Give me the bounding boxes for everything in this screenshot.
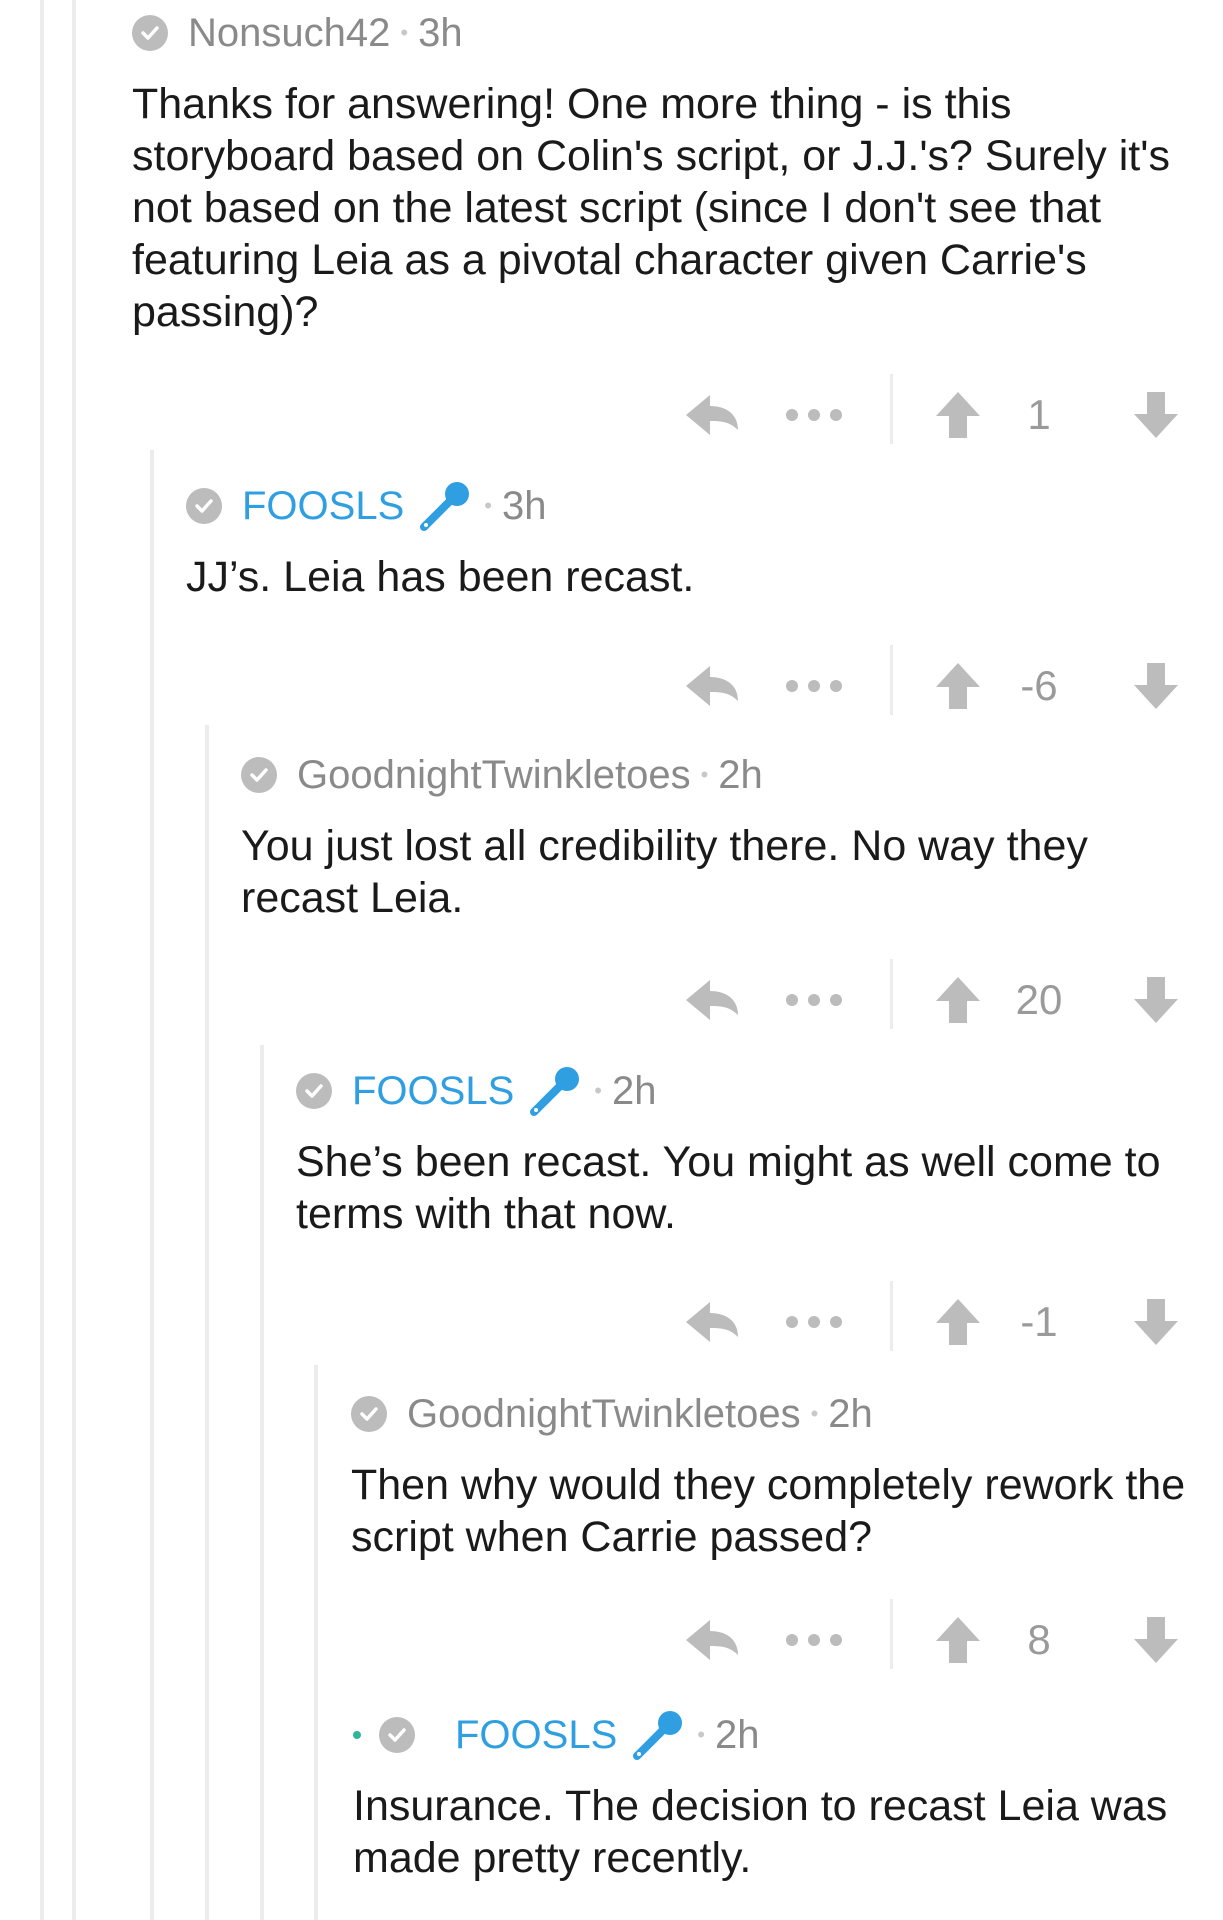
- more-dots-icon[interactable]: [784, 965, 844, 1035]
- comment-body: JJ’s. Leia has been recast.: [186, 553, 695, 601]
- reply-arrow-icon[interactable]: [684, 1287, 740, 1357]
- downvote-arrow-icon[interactable]: [1132, 965, 1180, 1035]
- comment-header: FOOSLS • 2h: [296, 1064, 1206, 1118]
- separator-dot: •: [810, 1401, 819, 1426]
- reply-arrow-icon[interactable]: [684, 1605, 740, 1675]
- check-circle-icon: [351, 1396, 387, 1432]
- upvote-arrow-icon[interactable]: [934, 380, 982, 450]
- upvote-arrow-icon[interactable]: [934, 965, 982, 1035]
- comment-header: GoodnightTwinkletoes • 2h: [241, 748, 1191, 802]
- upvote-arrow-icon[interactable]: [934, 1287, 982, 1357]
- comment-header: Nonsuch42 • 3h: [132, 6, 1192, 60]
- reply-arrow-icon[interactable]: [684, 651, 740, 721]
- username[interactable]: Nonsuch42: [188, 11, 390, 56]
- username[interactable]: FOOSLS: [352, 1069, 514, 1114]
- check-circle-icon: [379, 1717, 415, 1753]
- vote-score: 8: [1027, 1616, 1051, 1663]
- comment-body: Then why would they completely rework th…: [351, 1461, 1186, 1561]
- timestamp: 2h: [611, 1068, 657, 1113]
- comment: FOOSLS • 3h JJ’s. Leia has been recast.: [186, 479, 1196, 603]
- timestamp: 2h: [828, 1391, 873, 1436]
- divider: [890, 374, 893, 444]
- new-comment-dot: [353, 1731, 361, 1739]
- downvote-arrow-icon[interactable]: [1132, 1287, 1180, 1357]
- vote-score: 1: [1027, 391, 1051, 438]
- divider: [890, 1281, 893, 1351]
- username[interactable]: FOOSLS: [455, 1713, 617, 1758]
- more-dots-icon[interactable]: [784, 380, 844, 450]
- comment-body: Insurance. The decision to recast Leia w…: [353, 1782, 1168, 1882]
- username[interactable]: GoodnightTwinkletoes: [407, 1392, 801, 1437]
- reply-arrow-icon[interactable]: [684, 965, 740, 1035]
- downvote-arrow-icon[interactable]: [1132, 651, 1180, 721]
- timestamp: 2h: [718, 752, 763, 797]
- check-circle-icon: [132, 15, 168, 51]
- check-circle-icon: [296, 1073, 332, 1109]
- separator-dot: •: [594, 1078, 602, 1103]
- username[interactable]: FOOSLS: [242, 484, 404, 529]
- comment: Nonsuch42 • 3h Thanks for answering! One…: [132, 6, 1192, 338]
- username[interactable]: GoodnightTwinkletoes: [297, 753, 691, 798]
- more-dots-icon[interactable]: [784, 651, 844, 721]
- downvote-arrow-icon[interactable]: [1132, 1605, 1180, 1675]
- timestamp: 3h: [501, 483, 547, 528]
- comment: GoodnightTwinkletoes • 2h Then why would…: [351, 1387, 1211, 1563]
- timestamp: 2h: [714, 1712, 760, 1757]
- more-dots-icon[interactable]: [784, 1287, 844, 1357]
- divider: [890, 959, 893, 1029]
- vote-score: -1: [1020, 1298, 1058, 1345]
- timestamp: 3h: [418, 10, 463, 55]
- comment: FOOSLS • 2h Insurance. The decision to r…: [353, 1708, 1213, 1884]
- check-circle-icon: [241, 757, 277, 793]
- comment-actions: 1: [0, 374, 1223, 450]
- comment: FOOSLS • 2h She’s been recast. You might…: [296, 1064, 1206, 1240]
- separator-dot: •: [697, 1722, 705, 1747]
- comment-body: You just lost all credibility there. No …: [241, 822, 1088, 922]
- thread-guide-line: [260, 1045, 264, 1920]
- check-circle-icon: [186, 488, 222, 524]
- upvote-arrow-icon[interactable]: [934, 651, 982, 721]
- comment-actions: -1: [0, 1281, 1223, 1357]
- microphone-icon: [629, 1706, 687, 1764]
- comment-actions: 8: [0, 1599, 1223, 1675]
- separator-dot: •: [484, 493, 492, 518]
- divider: [890, 1599, 893, 1669]
- comment-header: GoodnightTwinkletoes • 2h: [351, 1387, 1211, 1441]
- upvote-arrow-icon[interactable]: [934, 1605, 982, 1675]
- comment-header: FOOSLS • 2h: [353, 1708, 1213, 1762]
- vote-score: -6: [1020, 662, 1058, 709]
- comment-header: FOOSLS • 3h: [186, 479, 1196, 533]
- comment-body: She’s been recast. You might as well com…: [296, 1138, 1161, 1238]
- microphone-icon: [416, 477, 474, 535]
- comment-body: Thanks for answering! One more thing - i…: [132, 80, 1170, 336]
- separator-dot: •: [400, 20, 409, 45]
- vote-score: 20: [1015, 976, 1063, 1023]
- comment: GoodnightTwinkletoes • 2h You just lost …: [241, 748, 1191, 924]
- comment-actions: 20: [0, 959, 1223, 1035]
- microphone-icon: [526, 1062, 584, 1120]
- separator-dot: •: [700, 762, 709, 787]
- reply-arrow-icon[interactable]: [684, 380, 740, 450]
- more-dots-icon[interactable]: [784, 1605, 844, 1675]
- comment-actions: -6: [0, 645, 1223, 721]
- downvote-arrow-icon[interactable]: [1132, 380, 1180, 450]
- divider: [890, 645, 893, 715]
